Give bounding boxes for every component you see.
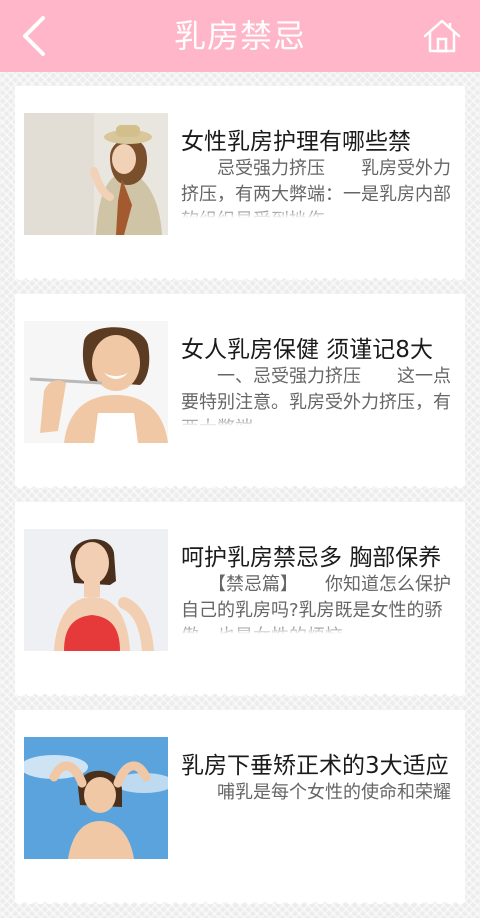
article-card[interactable]: 女人乳房保健 须谨记8大 一、忌受强力挤压 这一点要特别注意。乳房受外力挤压，有…: [15, 294, 465, 492]
article-thumbnail: [24, 321, 168, 443]
article-card[interactable]: 乳房下垂矫正术的3大适应 哺乳是每个女性的使命和荣耀: [15, 710, 465, 908]
article-summary: 一、忌受强力挤压 这一点要特别注意。乳房受外力挤压，有两大弊端: [181, 364, 461, 426]
article-summary: 哺乳是每个女性的使命和荣耀: [181, 780, 461, 842]
article-list: 女性乳房护理有哪些禁 忌受强力挤压 乳房受外力挤压，有两大弊端：一是乳房内部软组…: [15, 86, 465, 918]
article-card[interactable]: 女性乳房护理有哪些禁 忌受强力挤压 乳房受外力挤压，有两大弊端：一是乳房内部软组…: [15, 86, 465, 284]
article-thumbnail: [24, 113, 168, 235]
article-title: 呵护乳房禁忌多 胸部保养: [181, 545, 442, 571]
article-title: 乳房下垂矫正术的3大适应: [181, 753, 449, 779]
article-title: 女人乳房保健 须谨记8大: [181, 337, 433, 363]
article-thumbnail: [24, 737, 168, 859]
back-button[interactable]: [10, 12, 58, 60]
article-thumbnail: [24, 529, 168, 651]
app-header: 乳房禁忌: [0, 0, 480, 72]
home-button[interactable]: [414, 12, 470, 60]
article-summary: 忌受强力挤压 乳房受外力挤压，有两大弊端：一是乳房内部软组织易受到挫伤: [181, 156, 461, 218]
chevron-left-icon: [23, 16, 45, 56]
article-title: 女性乳房护理有哪些禁: [181, 129, 411, 155]
article-summary: 【禁忌篇】 你知道怎么保护自己的乳房吗?乳房既是女性的骄傲，也是女性的烦恼: [181, 572, 461, 634]
article-card[interactable]: 呵护乳房禁忌多 胸部保养 【禁忌篇】 你知道怎么保护自己的乳房吗?乳房既是女性的…: [15, 502, 465, 700]
page-title: 乳房禁忌: [173, 17, 306, 55]
home-icon: [423, 19, 461, 53]
